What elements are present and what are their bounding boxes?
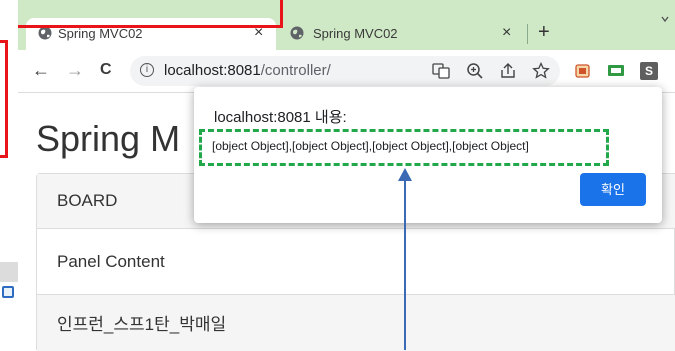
back-icon[interactable]: ← [32, 60, 50, 80]
panel-body-text: Panel Content [57, 252, 165, 271]
new-tab-button[interactable]: + [538, 20, 550, 44]
tab-search-icon[interactable] [660, 14, 670, 24]
cast-icon[interactable] [607, 62, 625, 80]
translate-icon[interactable] [432, 62, 450, 80]
tab-inactive[interactable]: Spring MVC02 × [280, 18, 525, 50]
background-window-band [0, 262, 18, 282]
extension-icon[interactable] [574, 62, 592, 80]
url-text[interactable]: localhost:8081/controller/ [164, 62, 331, 79]
annotation-arrow [398, 168, 412, 350]
forward-icon[interactable]: → [66, 60, 84, 80]
url-path: /controller/ [260, 62, 331, 79]
tab-close-button[interactable]: × [502, 23, 511, 43]
tab-separator [527, 24, 528, 44]
zoom-icon[interactable] [466, 62, 484, 80]
panel-heading-text: BOARD [57, 191, 118, 210]
profile-s-icon[interactable]: S [640, 62, 658, 80]
bookmark-star-icon[interactable] [532, 62, 550, 80]
panel-footer-text: 인프런_스프1탄_박매일 [57, 315, 227, 334]
annotation-red-box-left [0, 40, 8, 158]
annotation-red-box-top [18, 0, 283, 28]
site-info-icon[interactable]: i [140, 63, 154, 77]
tab-title: Spring MVC02 [58, 26, 143, 41]
url-host: localhost:8081 [164, 62, 261, 79]
globe-icon [290, 26, 304, 40]
taskbar-window-icon [2, 286, 14, 298]
globe-icon [38, 26, 52, 40]
dialog-message: [object Object],[object Object],[object … [212, 139, 529, 153]
dialog-title: localhost:8081 내용: [214, 109, 347, 126]
reload-icon[interactable]: C [100, 60, 112, 80]
page-title: Spring M [36, 118, 181, 159]
share-icon[interactable] [499, 62, 517, 80]
ok-button[interactable]: 확인 [580, 173, 646, 206]
tab-title: Spring MVC02 [313, 26, 398, 41]
